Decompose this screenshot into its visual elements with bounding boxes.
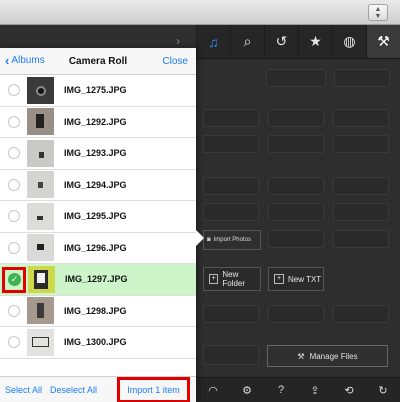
ghost-button: [266, 69, 326, 87]
ghost-button: [334, 69, 390, 87]
ghost-button: [268, 135, 324, 153]
chevron-right-icon: ›: [176, 34, 180, 48]
top-toolbar: ♫ ⌕ ↺ ★ ◍ ⚒: [196, 25, 400, 59]
ghost-button: [333, 203, 389, 221]
photo-filename: IMG_1296.JPG: [64, 242, 127, 253]
photo-thumbnail: [28, 265, 55, 293]
globe-icon[interactable]: ◍: [332, 25, 366, 58]
picker-footer: Select All Deselect All Import 1 item: [0, 376, 196, 402]
photo-row[interactable]: IMG_1294.JPG: [0, 169, 196, 201]
photo-filename: IMG_1275.JPG: [64, 85, 127, 96]
ghost-button: [203, 177, 259, 195]
new-folder-button[interactable]: + New Folder: [203, 267, 261, 291]
popover-arrow: [196, 230, 204, 246]
ghost-button: [268, 230, 324, 248]
ghost-button: [333, 230, 389, 248]
photo-thumbnail: [27, 328, 54, 356]
photo-row[interactable]: IMG_1300.JPG: [0, 327, 196, 359]
photo-thumbnail: [27, 202, 54, 230]
select-radio[interactable]: [8, 336, 20, 349]
browser-top-bar: ▲ ▼: [0, 0, 400, 25]
manage-files-button[interactable]: ⚒ Manage Files: [267, 345, 388, 367]
ghost-button: [203, 109, 259, 127]
select-radio[interactable]: [8, 241, 20, 254]
camera-icon: ◙: [207, 237, 211, 243]
photo-thumbnail: [27, 171, 54, 199]
photo-filename: IMG_1293.JPG: [64, 148, 127, 159]
tools-icon[interactable]: ⚒: [366, 25, 400, 58]
photo-filename: IMG_1295.JPG: [64, 211, 127, 222]
photo-row[interactable]: IMG_1298.JPG: [0, 295, 196, 327]
ghost-button: [203, 345, 259, 365]
help-icon[interactable]: ?: [264, 378, 298, 402]
photo-row[interactable]: IMG_1292.JPG: [0, 106, 196, 138]
photo-thumbnail: [27, 297, 54, 325]
ghost-button: [203, 135, 259, 153]
photo-row[interactable]: IMG_1293.JPG: [0, 138, 196, 170]
history-icon[interactable]: ↺: [264, 25, 298, 58]
photo-filename: IMG_1300.JPG: [64, 337, 127, 348]
refresh-icon[interactable]: ↻: [366, 378, 400, 402]
photo-thumbnail: [27, 234, 54, 262]
new-txt-button[interactable]: + New TXT: [268, 267, 324, 291]
ghost-button: [268, 177, 324, 195]
ghost-button: [333, 305, 389, 323]
photo-row[interactable]: IMG_1275.JPG: [0, 75, 196, 107]
select-radio[interactable]: [8, 84, 20, 97]
music-icon[interactable]: ♫: [196, 25, 230, 58]
sync-icon[interactable]: ⟲: [332, 378, 366, 402]
photo-row[interactable]: ✓ IMG_1297.JPG: [0, 264, 196, 296]
folder-icon: +: [209, 274, 219, 284]
ghost-button: [268, 109, 324, 127]
photo-thumbnail: [27, 139, 54, 167]
star-icon[interactable]: ★: [298, 25, 332, 58]
deselect-all-button[interactable]: Deselect All: [50, 385, 97, 395]
photo-filename: IMG_1297.JPG: [65, 274, 128, 285]
photo-filename: IMG_1292.JPG: [64, 116, 127, 127]
tools-icon: ⚒: [297, 351, 305, 361]
search-icon[interactable]: ⌕: [230, 25, 264, 58]
picker-nav-bar: ‹ Albums Camera Roll Close: [0, 48, 196, 75]
select-radio[interactable]: [8, 210, 20, 223]
new-txt-label: New TXT: [288, 274, 322, 284]
manage-files-label: Manage Files: [309, 351, 358, 361]
wifi-icon[interactable]: ◠: [196, 378, 230, 402]
photo-thumbnail: [27, 76, 54, 104]
photo-thumbnail: [27, 108, 54, 136]
ghost-button: [333, 177, 389, 195]
ghost-button: [203, 305, 259, 323]
photo-list: IMG_1275.JPG IMG_1292.JPG IMG_1293.JPG IMG_…: [0, 75, 196, 376]
select-radio[interactable]: [8, 147, 20, 160]
ghost-button: [268, 203, 324, 221]
close-button[interactable]: Close: [162, 56, 188, 67]
select-radio[interactable]: [8, 115, 20, 128]
document-icon: +: [274, 274, 284, 284]
import-photos-button[interactable]: ◙ Import Photos: [203, 230, 261, 250]
photo-filename: IMG_1294.JPG: [64, 179, 127, 190]
select-radio[interactable]: [8, 178, 20, 191]
photo-row[interactable]: IMG_1296.JPG: [0, 232, 196, 264]
import-button[interactable]: Import 1 item: [117, 377, 190, 402]
stepper-icon[interactable]: ▲ ▼: [368, 4, 388, 21]
photo-picker-popover: ‹ Albums Camera Roll Close IMG_1275.JPG I…: [0, 48, 196, 402]
ghost-button: [333, 109, 389, 127]
photo-row[interactable]: IMG_1295.JPG: [0, 201, 196, 233]
highlight-box: [2, 267, 26, 293]
new-folder-label: New Folder: [222, 270, 246, 288]
select-all-button[interactable]: Select All: [5, 385, 42, 395]
ghost-button: [333, 135, 389, 153]
import-photos-label: Import Photos: [213, 237, 251, 243]
ghost-button: [268, 305, 324, 323]
photo-filename: IMG_1298.JPG: [64, 305, 127, 316]
select-radio[interactable]: [8, 304, 20, 317]
gear-icon[interactable]: ⚙: [230, 378, 264, 402]
share-icon[interactable]: ⇪: [298, 378, 332, 402]
bottom-toolbar: ◠ ⚙ ? ⇪ ⟲ ↻: [196, 377, 400, 402]
ghost-button: [203, 203, 259, 221]
